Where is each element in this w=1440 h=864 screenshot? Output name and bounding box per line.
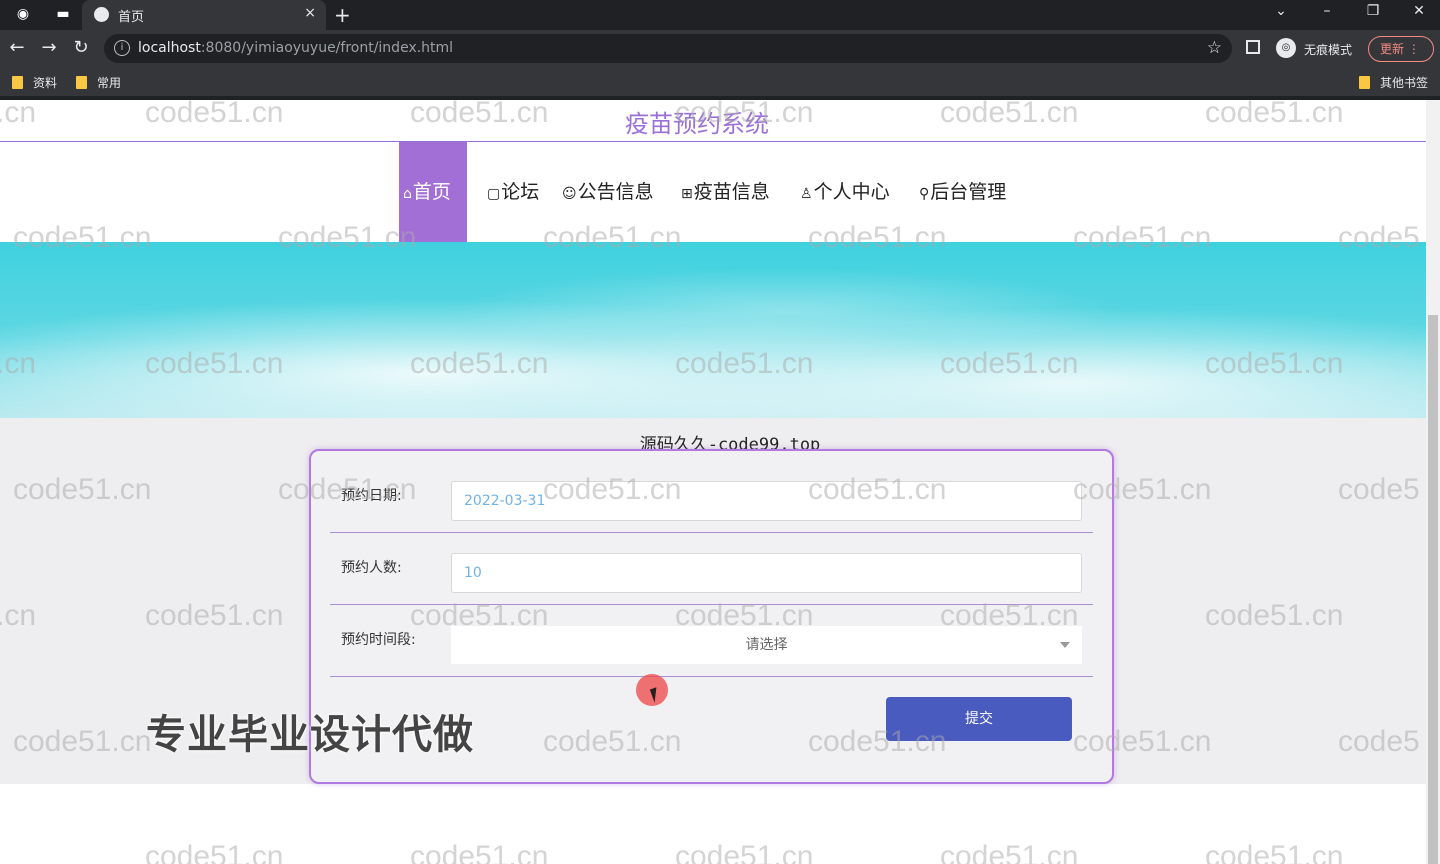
chevron-down-icon[interactable]: ⌄: [1266, 3, 1296, 19]
favicon-icon: [94, 7, 109, 22]
incognito-icon: ◎: [1276, 38, 1296, 58]
address-bar[interactable]: i localhost:8080/yimiaoyuyue/front/index…: [104, 34, 1232, 63]
incognito-label: 无痕模式: [1304, 43, 1353, 57]
forward-icon[interactable]: →: [38, 38, 60, 58]
nav-item-notice[interactable]: ☺公告信息: [562, 142, 654, 242]
info-icon[interactable]: i: [114, 40, 130, 56]
home-icon: ⌂: [403, 186, 412, 202]
timeslot-select[interactable]: 请选择: [451, 626, 1082, 664]
side-panel-icon[interactable]: [1246, 40, 1260, 54]
tab-title: 首页: [118, 10, 145, 25]
restore-icon[interactable]: ❐: [1358, 3, 1388, 19]
count-input[interactable]: 10: [451, 553, 1082, 593]
tab-search-icon[interactable]: ▬: [52, 4, 74, 24]
close-tab-icon[interactable]: ×: [304, 5, 316, 21]
carousel-banner[interactable]: [0, 242, 1426, 545]
timeslot-label: 预约时间段:: [341, 632, 416, 648]
promo-overlay-text: 专业毕业设计代做: [146, 712, 474, 758]
bookmark-folder[interactable]: 常用: [76, 74, 121, 91]
nav-item-admin[interactable]: ⚲后台管理: [919, 142, 1006, 242]
nav-item-home[interactable]: ⌂首页: [399, 142, 467, 242]
back-icon[interactable]: ←: [6, 38, 28, 58]
submit-button[interactable]: 提交: [886, 697, 1072, 741]
nav-item-forum[interactable]: ▢论坛: [487, 142, 539, 242]
browser-toolbar: ← → ↻ i localhost:8080/yimiaoyuyue/front…: [0, 30, 1440, 68]
chevron-down-icon: [1060, 642, 1070, 648]
grid-icon: ⊞: [681, 186, 693, 202]
nav-item-profile[interactable]: ♙个人中心: [800, 142, 890, 242]
watermark: code51.cn: [145, 840, 284, 864]
count-label: 预约人数:: [341, 560, 402, 576]
watermark: code51.cn: [675, 840, 814, 864]
other-bookmarks[interactable]: 其他书签: [1359, 74, 1428, 91]
bookmarks-bar: 资料 常用 其他书签: [0, 68, 1440, 96]
watermark: code51.cn: [1205, 840, 1344, 864]
watermark: code51.cn: [940, 840, 1079, 864]
user-icon: ♙: [800, 186, 813, 202]
page-viewport: 疫苗预约系统 ⌂首页 ▢论坛 ☺公告信息 ⊞疫苗信息 ♙个人中心 ⚲后台管理 源…: [0, 100, 1426, 864]
scrollbar-thumb[interactable]: [1428, 315, 1438, 864]
update-button[interactable]: 更新 ⋮: [1368, 36, 1434, 62]
reload-icon[interactable]: ↻: [70, 38, 92, 58]
folder-icon: [12, 76, 23, 89]
globe-icon[interactable]: ◉: [12, 4, 34, 24]
watermark: code51.cn: [410, 840, 549, 864]
notice-icon: ☺: [562, 186, 577, 202]
link-icon: ⚲: [919, 186, 930, 202]
browser-tab-bar: ◉ ▬ 首页 × + ⌄ – ❐ ✕: [0, 0, 1440, 30]
date-input[interactable]: 2022-03-31: [451, 481, 1082, 521]
nav-item-vaccine[interactable]: ⊞疫苗信息: [681, 142, 770, 242]
bookmark-folder[interactable]: 资料: [12, 74, 57, 91]
folder-icon: [1359, 76, 1370, 89]
site-title: 疫苗预约系统: [625, 110, 769, 138]
form-row-date: 预约日期: 2022-03-31: [330, 451, 1093, 533]
new-tab-button[interactable]: +: [334, 3, 351, 27]
bookmark-star-icon[interactable]: ☆: [1207, 38, 1222, 58]
form-row-timeslot: 预约时间段: 请选择: [330, 605, 1093, 677]
forum-icon: ▢: [487, 186, 501, 202]
browser-tab-active[interactable]: 首页 ×: [82, 0, 326, 30]
folder-icon: [76, 76, 87, 89]
url-text: localhost:8080/yimiaoyuyue/front/index.h…: [138, 40, 454, 56]
main-nav: ⌂首页 ▢论坛 ☺公告信息 ⊞疫苗信息 ♙个人中心 ⚲后台管理: [0, 142, 1426, 242]
site-header: 疫苗预约系统: [0, 100, 1426, 142]
form-row-count: 预约人数: 10: [330, 533, 1093, 605]
minimize-icon[interactable]: –: [1312, 3, 1342, 19]
close-window-icon[interactable]: ✕: [1404, 3, 1434, 19]
date-label: 预约日期:: [341, 488, 402, 504]
